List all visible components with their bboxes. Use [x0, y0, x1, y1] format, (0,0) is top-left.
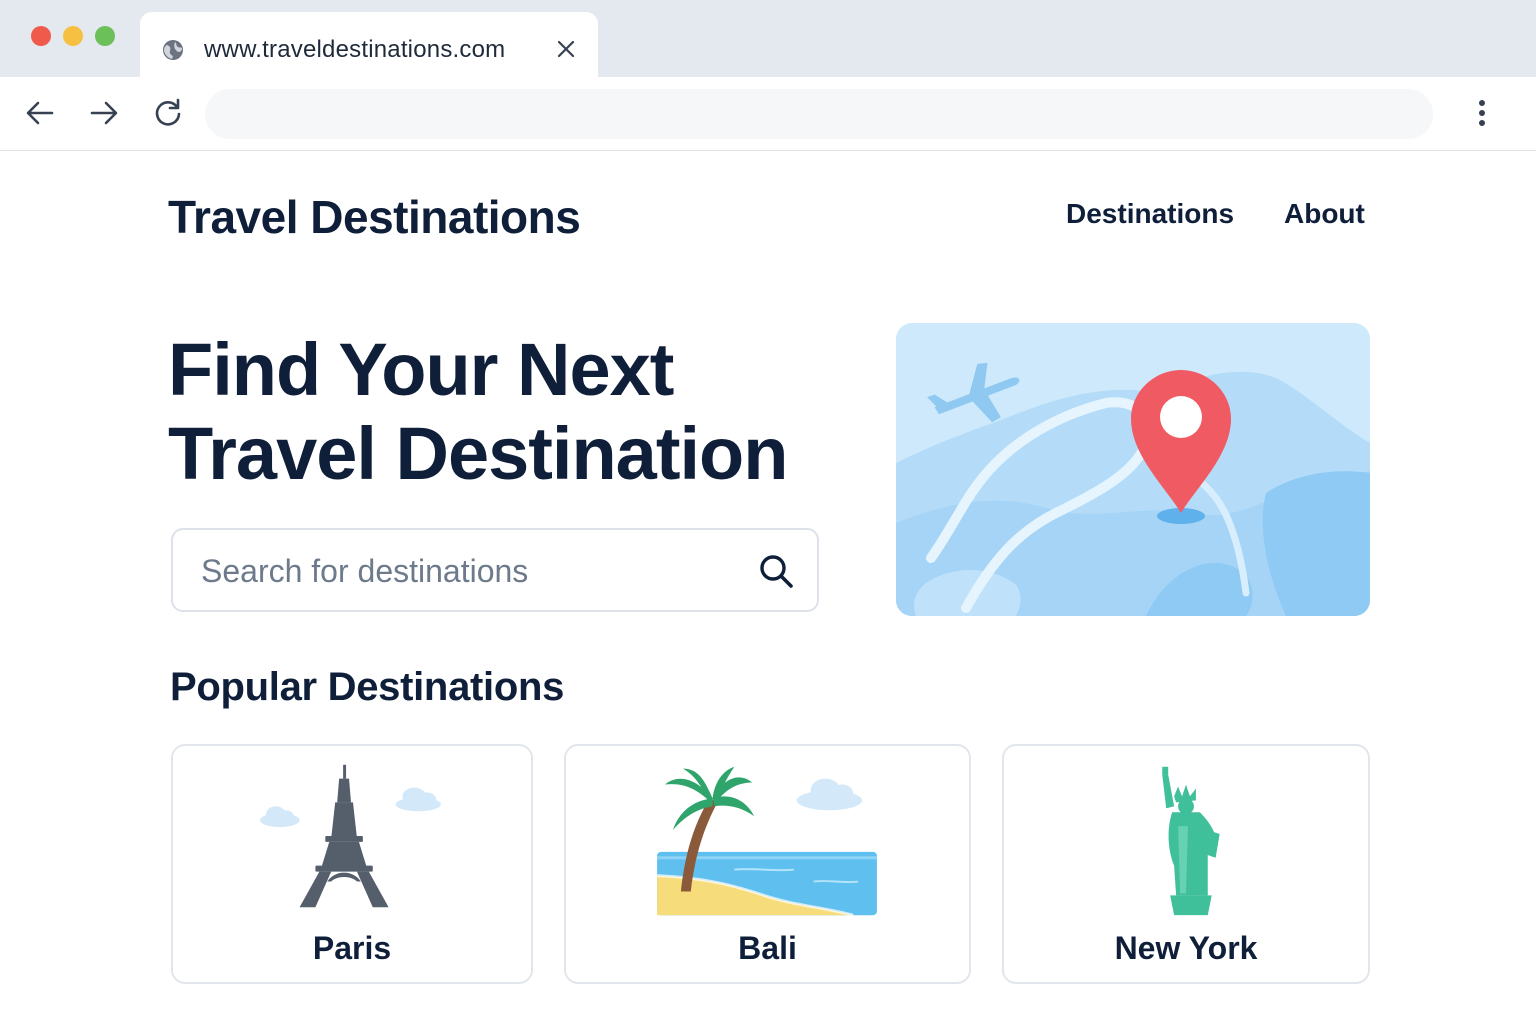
nav-link-about[interactable]: About — [1284, 198, 1365, 230]
window-close-button[interactable] — [31, 26, 51, 46]
card-label: Paris — [312, 930, 392, 966]
destination-card-new-york[interactable]: New York — [1002, 744, 1370, 984]
hero-title-line1: Find Your Next — [168, 328, 674, 411]
nav-link-destinations[interactable]: Destinations — [1066, 198, 1234, 230]
reload-icon[interactable] — [152, 97, 184, 129]
browser-tab-bar: www.traveldestinations.com — [0, 0, 1536, 78]
card-label: Bali — [738, 930, 797, 966]
palm-beach-icon — [657, 766, 877, 917]
window-minimize-button[interactable] — [63, 26, 83, 46]
destination-card-bali[interactable]: Bali — [564, 744, 971, 984]
globe-icon — [163, 40, 183, 60]
statue-of-liberty-icon — [1162, 766, 1220, 916]
card-label: New York — [1114, 930, 1258, 966]
map-illustration — [896, 323, 1370, 616]
browser-tab[interactable]: www.traveldestinations.com — [140, 12, 598, 78]
search-icon[interactable] — [757, 552, 797, 592]
more-menu-icon[interactable] — [1468, 97, 1496, 129]
site-brand[interactable]: Travel Destinations — [168, 190, 581, 244]
eiffel-tower-icon — [260, 764, 442, 908]
section-title: Popular Destinations — [170, 665, 565, 709]
browser-toolbar — [0, 77, 1536, 151]
back-arrow-icon[interactable] — [24, 97, 56, 129]
window-maximize-button[interactable] — [95, 26, 115, 46]
address-bar[interactable] — [205, 89, 1433, 139]
search-box — [171, 528, 819, 612]
forward-arrow-icon[interactable] — [88, 97, 120, 129]
hero-title: Find Your Next Travel Destination — [168, 328, 868, 496]
destination-card-paris[interactable]: Paris — [171, 744, 533, 984]
close-icon[interactable] — [556, 39, 576, 59]
search-input[interactable] — [201, 548, 741, 594]
hero-title-line2: Travel Destination — [168, 412, 788, 495]
tab-title: www.traveldestinations.com — [204, 36, 506, 63]
